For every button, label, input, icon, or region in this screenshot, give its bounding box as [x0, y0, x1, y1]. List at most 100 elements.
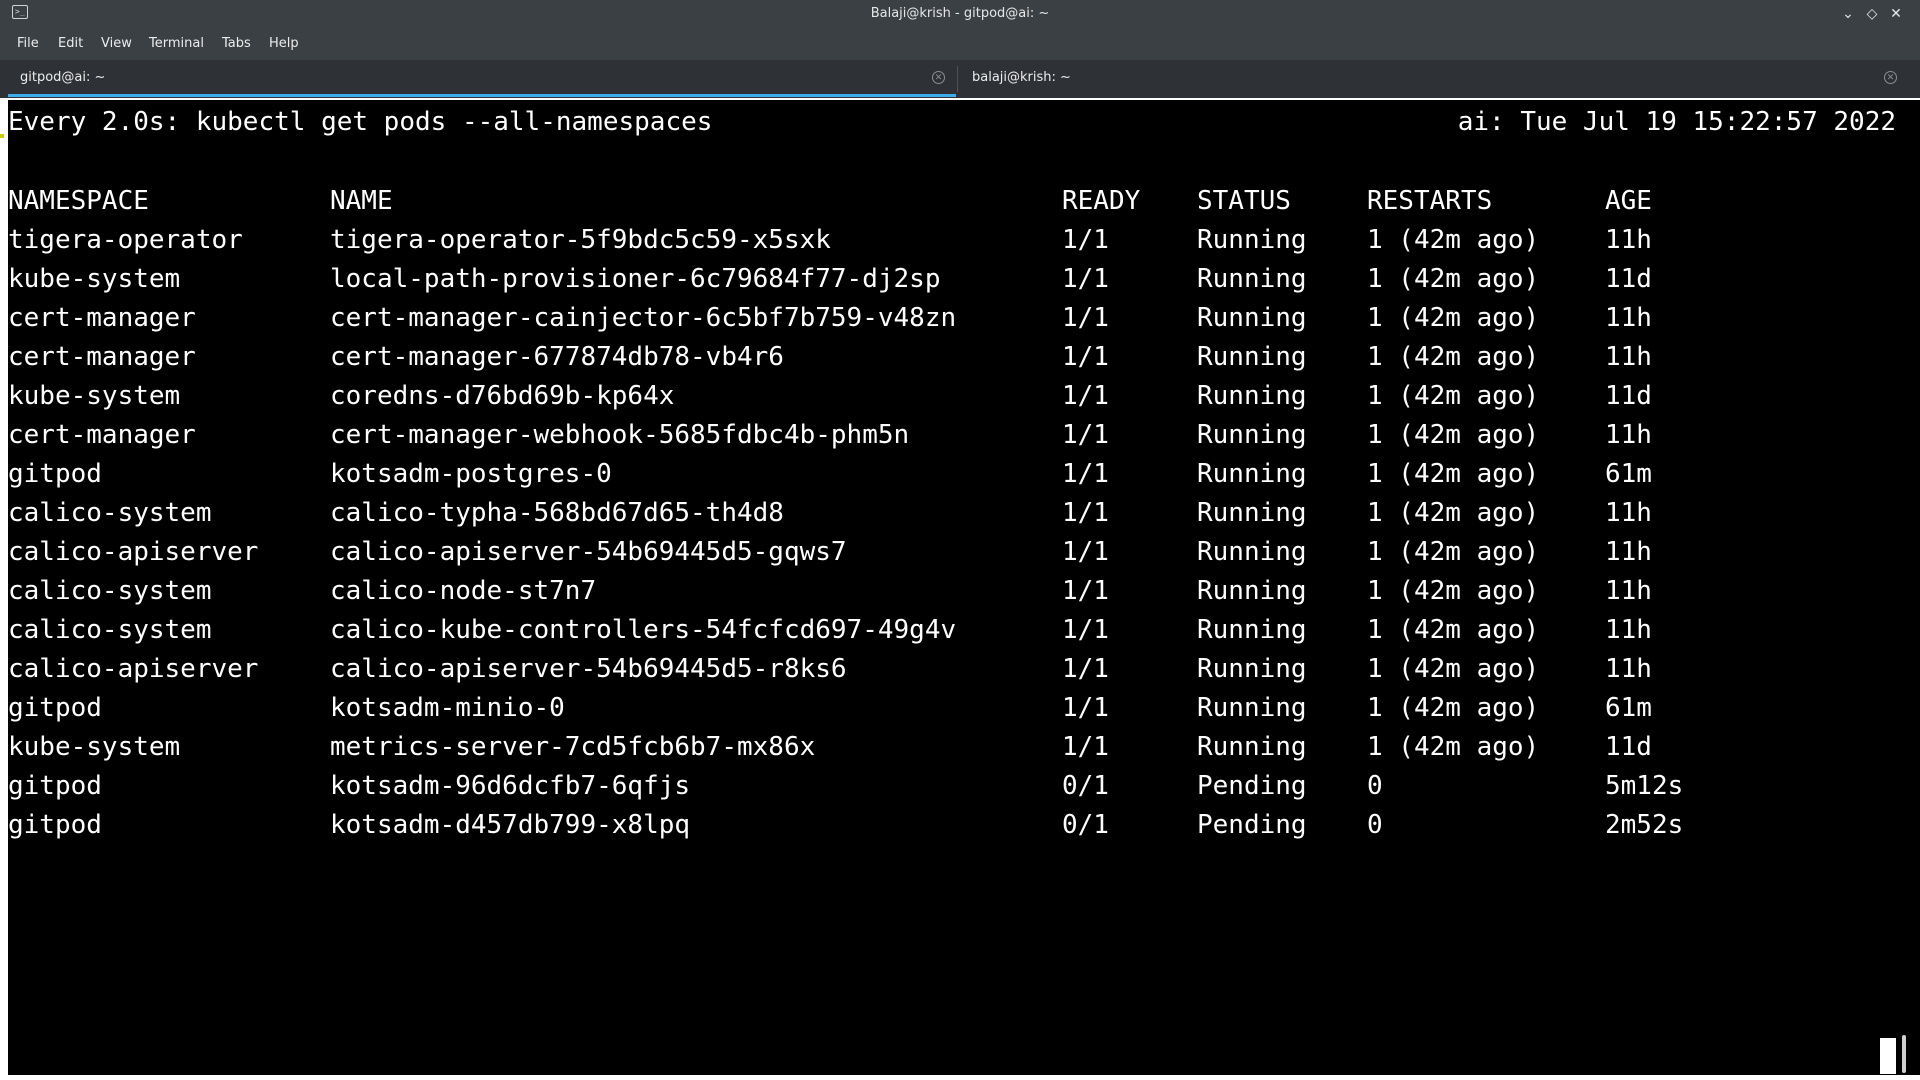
table-row: gitpod kotsadm-96d6dcfb7-6qfjs 0/1 Pending 0…	[8, 767, 1768, 806]
tab-label: gitpod@ai: ~	[20, 70, 106, 85]
menu-view[interactable]: View	[101, 28, 132, 60]
cell-name: kotsadm-postgres-0	[330, 459, 612, 489]
cell-restarts: 1 (42m ago)	[1367, 537, 1540, 567]
scrollbar-thumb[interactable]	[1902, 1035, 1906, 1073]
tab-balaji-krish[interactable]: balaji@krish: ~ ✕	[960, 60, 1920, 98]
cell-ready: 1/1	[1062, 732, 1109, 762]
chevron-down-icon[interactable]: ⌄	[1838, 4, 1858, 24]
cell-restarts: 1 (42m ago)	[1367, 303, 1540, 333]
scrollbar[interactable]	[1896, 100, 1920, 1075]
cell-name: cert-manager-webhook-5685fdbc4b-phm5n	[330, 420, 910, 450]
header-age: AGE	[1605, 186, 1652, 216]
cell-namespace: gitpod	[8, 693, 102, 723]
cell-ready: 1/1	[1062, 381, 1109, 411]
cell-restarts: 0	[1367, 771, 1383, 801]
menu-help[interactable]: Help	[269, 28, 299, 60]
cell-name: metrics-server-7cd5fcb6b7-mx86x	[330, 732, 816, 762]
cell-ready: 0/1	[1062, 810, 1109, 840]
cell-status: Running	[1197, 615, 1307, 645]
cell-namespace: kube-system	[8, 264, 181, 294]
cell-namespace: cert-manager	[8, 342, 196, 372]
table-row: calico-system calico-kube-controllers-54f…	[8, 611, 1768, 650]
cell-ready: 1/1	[1062, 342, 1109, 372]
cell-name: calico-apiserver-54b69445d5-r8ks6	[330, 654, 847, 684]
cell-status: Running	[1197, 693, 1307, 723]
header-namespace: NAMESPACE	[8, 186, 149, 216]
title-bar[interactable]: >_ Balaji@krish - gitpod@ai: ~ ⌄ ◇ ✕	[0, 0, 1920, 28]
tab-bar: gitpod@ai: ~ ✕ balaji@krish: ~ ✕	[0, 60, 1920, 138]
cell-status: Running	[1197, 342, 1307, 372]
host-timestamp: ai: Tue Jul 19 15:22:57 2022	[1457, 107, 1896, 137]
cell-name: kotsadm-minio-0	[330, 693, 565, 723]
menu-tabs[interactable]: Tabs	[222, 28, 251, 60]
cell-age: 11h	[1605, 498, 1652, 528]
cell-status: Pending	[1197, 771, 1307, 801]
cell-namespace: calico-system	[8, 576, 212, 606]
table-header-row: NAMESPACE NAME READY STATUS RESTARTS AGE	[8, 182, 1768, 221]
cell-status: Running	[1197, 381, 1307, 411]
cell-restarts: 1 (42m ago)	[1367, 225, 1540, 255]
cell-namespace: calico-apiserver	[8, 654, 259, 684]
cell-age: 11h	[1605, 342, 1652, 372]
cell-namespace: gitpod	[8, 771, 102, 801]
cell-restarts: 1 (42m ago)	[1367, 732, 1540, 762]
cell-name: calico-kube-controllers-54fcfcd697-49g4v	[330, 615, 957, 645]
cell-namespace: calico-apiserver	[8, 537, 259, 567]
cell-restarts: 1 (42m ago)	[1367, 615, 1540, 645]
cell-age: 11h	[1605, 303, 1652, 333]
close-tab-icon[interactable]: ✕	[932, 71, 945, 84]
cell-age: 5m12s	[1605, 771, 1684, 801]
menu-terminal[interactable]: Terminal	[149, 28, 204, 60]
cell-name: coredns-d76bd69b-kp64x	[330, 381, 675, 411]
close-tab-icon[interactable]: ✕	[1884, 71, 1897, 84]
cell-age: 11h	[1605, 225, 1652, 255]
cell-status: Running	[1197, 225, 1307, 255]
table-row: tigera-operator tigera-operator-5f9bdc5c5…	[8, 221, 1768, 260]
table-row: kube-system metrics-server-7cd5fcb6b7-mx8…	[8, 728, 1768, 767]
cell-namespace: gitpod	[8, 459, 102, 489]
cell-restarts: 1 (42m ago)	[1367, 459, 1540, 489]
cell-status: Running	[1197, 420, 1307, 450]
diamond-icon[interactable]: ◇	[1862, 4, 1882, 24]
table-row: cert-manager cert-manager-webhook-5685fdb…	[8, 416, 1768, 455]
cell-ready: 1/1	[1062, 537, 1109, 567]
table-row: kube-system coredns-d76bd69b-kp64x 1/1 Runn…	[8, 377, 1768, 416]
cell-namespace: kube-system	[8, 381, 181, 411]
cell-age: 11h	[1605, 420, 1652, 450]
menu-file[interactable]: File	[17, 28, 39, 60]
header-status: STATUS	[1197, 186, 1291, 216]
terminal-output[interactable]: Every 2.0s: kubectl get pods --all-names…	[8, 100, 1896, 1075]
cell-age: 11h	[1605, 576, 1652, 606]
cell-ready: 1/1	[1062, 576, 1109, 606]
cell-age: 11d	[1605, 264, 1652, 294]
cell-namespace: cert-manager	[8, 303, 196, 333]
cell-restarts: 1 (42m ago)	[1367, 693, 1540, 723]
cell-ready: 1/1	[1062, 615, 1109, 645]
tab-label: balaji@krish: ~	[972, 70, 1071, 85]
cell-namespace: cert-manager	[8, 420, 196, 450]
activity-marker	[0, 134, 4, 138]
table-row: kube-system local-path-provisioner-6c7968…	[8, 260, 1768, 299]
cell-namespace: gitpod	[8, 810, 102, 840]
cell-status: Running	[1197, 537, 1307, 567]
table-row: calico-apiserver calico-apiserver-54b6944…	[8, 650, 1768, 689]
table-row: cert-manager cert-manager-cainjector-6c5b…	[8, 299, 1768, 338]
cell-status: Running	[1197, 732, 1307, 762]
cell-age: 11h	[1605, 537, 1652, 567]
cell-ready: 1/1	[1062, 420, 1109, 450]
cell-ready: 1/1	[1062, 498, 1109, 528]
cell-namespace: calico-system	[8, 498, 212, 528]
terminal-window: >_ Balaji@krish - gitpod@ai: ~ ⌄ ◇ ✕ Fil…	[0, 0, 1920, 1080]
close-icon[interactable]: ✕	[1886, 4, 1906, 24]
window-bottom-edge	[0, 1075, 1920, 1080]
cell-age: 11h	[1605, 654, 1652, 684]
cell-ready: 0/1	[1062, 771, 1109, 801]
menu-edit[interactable]: Edit	[58, 28, 83, 60]
cell-name: kotsadm-d457db799-x8lpq	[330, 810, 691, 840]
cell-age: 11h	[1605, 615, 1652, 645]
watch-command: Every 2.0s: kubectl get pods --all-names…	[8, 107, 713, 137]
cell-restarts: 1 (42m ago)	[1367, 381, 1540, 411]
cell-restarts: 1 (42m ago)	[1367, 342, 1540, 372]
tab-gitpod-ai[interactable]: gitpod@ai: ~ ✕	[8, 60, 956, 98]
cell-status: Running	[1197, 654, 1307, 684]
